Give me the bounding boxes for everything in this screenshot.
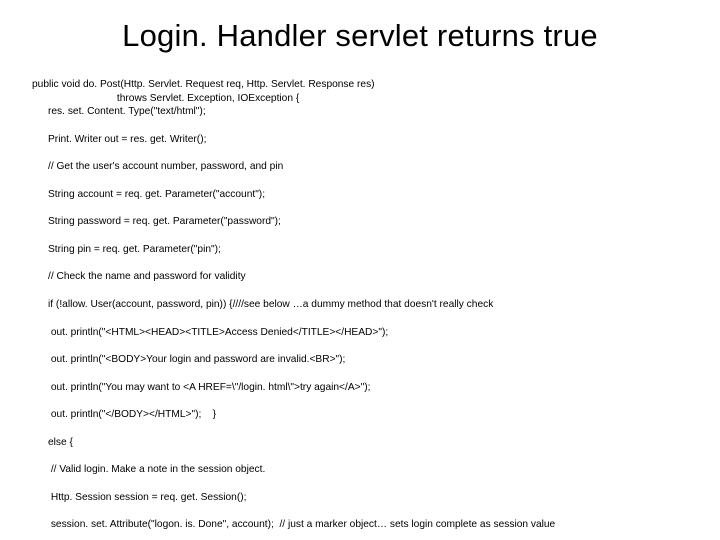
- code-line: else {: [32, 436, 692, 450]
- code-line: // Valid login. Make a note in the sessi…: [32, 463, 692, 477]
- code-line: res. set. Content. Type("text/html");: [32, 105, 692, 119]
- code-line: if (!allow. User(account, password, pin)…: [32, 298, 692, 312]
- code-line: out. println("<HTML><HEAD><TITLE>Access …: [32, 326, 692, 340]
- code-block: public void do. Post(Http. Servlet. Requ…: [32, 64, 692, 540]
- code-line: // Check the name and password for valid…: [32, 270, 692, 284]
- code-line: out. println("You may want to <A HREF=\"…: [32, 381, 692, 395]
- code-line: Print. Writer out = res. get. Writer();: [32, 133, 692, 147]
- code-line: throws Servlet. Exception, IOException {: [32, 93, 299, 104]
- code-line: // Get the user's account number, passwo…: [32, 160, 692, 174]
- code-line: String account = req. get. Parameter("ac…: [32, 188, 692, 202]
- slide: Login. Handler servlet returns true publ…: [0, 0, 720, 540]
- code-line: out. println("<BODY>Your login and passw…: [32, 353, 692, 367]
- code-line: Http. Session session = req. get. Sessio…: [32, 491, 692, 505]
- code-line: String password = req. get. Parameter("p…: [32, 215, 692, 229]
- code-line: out. println("</BODY></HTML>"); }: [32, 408, 692, 422]
- code-line: public void do. Post(Http. Servlet. Requ…: [32, 79, 375, 90]
- slide-title: Login. Handler servlet returns true: [28, 18, 692, 54]
- code-line: session. set. Attribute("logon. is. Done…: [32, 518, 692, 532]
- code-line: String pin = req. get. Parameter("pin");: [32, 243, 692, 257]
